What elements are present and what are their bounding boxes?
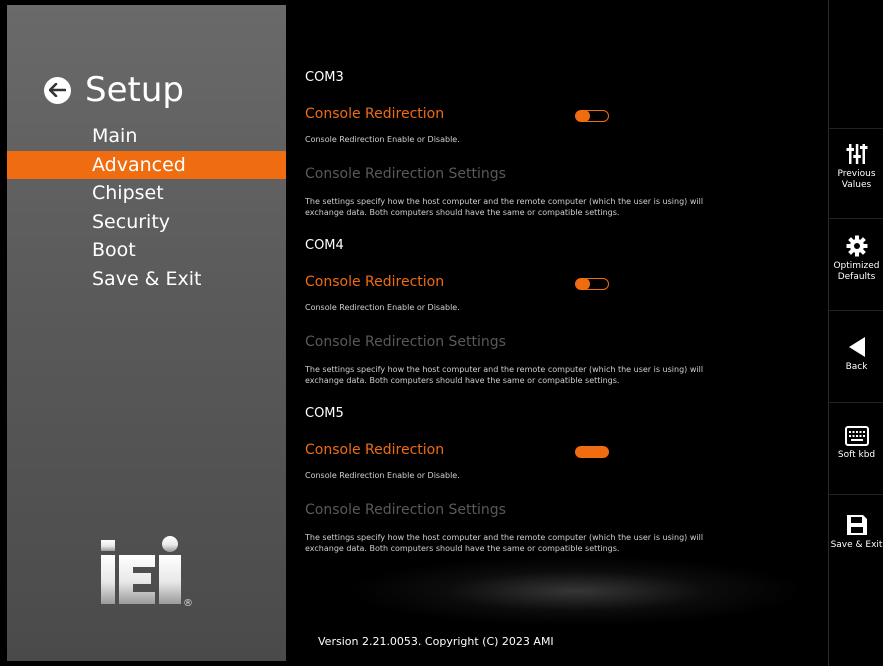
back-arrow-icon [848, 337, 865, 357]
console-redirection-com5-toggle[interactable] [575, 446, 609, 458]
back-label: Back [845, 362, 868, 372]
sidebar-top-edge [0, 0, 286, 5]
desc-line: The settings specify how the host comput… [305, 533, 704, 542]
console-redirection-com3-label[interactable]: Console Redirection [305, 106, 444, 122]
optimized-defaults-label-1: Optimized [833, 261, 880, 271]
save-exit-button[interactable]: Save & Exit [829, 514, 883, 551]
soft-kbd-label: Soft kbd [837, 450, 876, 460]
optimized-defaults-label-2: Defaults [837, 272, 876, 282]
previous-values-button[interactable]: Previous Values [829, 143, 883, 191]
separator [829, 494, 883, 495]
console-redirection-com4-desc: Console Redirection Enable or Disable. [305, 303, 460, 312]
floppy-disk-icon [846, 515, 867, 535]
menu-item-advanced[interactable]: Advanced [7, 150, 286, 179]
toggle-knob [576, 110, 590, 122]
console-redirection-settings-com5: Console Redirection Settings [305, 502, 506, 518]
back-button[interactable]: Back [829, 336, 883, 373]
console-redirection-com3-toggle[interactable] [575, 110, 609, 122]
floor-glow [346, 556, 806, 626]
console-redirection-settings-com4: Console Redirection Settings [305, 334, 506, 350]
console-redirection-com5-desc: Console Redirection Enable or Disable. [305, 471, 460, 480]
section-title-com3: COM3 [305, 70, 344, 85]
sidebar: Setup Main Advanced Chipset Security Boo… [0, 0, 286, 666]
console-redirection-settings-com4-desc: The settings specify how the host comput… [305, 364, 805, 386]
console-redirection-com3-desc: Console Redirection Enable or Disable. [305, 135, 460, 144]
soft-kbd-button[interactable]: Soft kbd [829, 426, 883, 461]
console-redirection-com5-label[interactable]: Console Redirection [305, 442, 444, 458]
main-content: COM3 Console Redirection Console Redirec… [286, 0, 828, 666]
desc-line: The settings specify how the host comput… [305, 365, 704, 374]
back-arrow-icon[interactable] [44, 76, 71, 104]
desc-line: exchange data. Both computers should hav… [305, 208, 620, 217]
sliders-icon [846, 144, 867, 164]
console-redirection-settings-com3-desc: The settings specify how the host comput… [305, 196, 805, 218]
console-redirection-settings-com3: Console Redirection Settings [305, 166, 506, 182]
desc-line: The settings specify how the host comput… [305, 197, 704, 206]
sidebar-bottom-edge [0, 661, 286, 666]
separator [829, 128, 883, 129]
console-redirection-com4-toggle[interactable] [575, 278, 609, 290]
menu-item-main[interactable]: Main [7, 122, 286, 151]
menu-item-save-exit[interactable]: Save & Exit [7, 265, 286, 294]
setup-header: Setup [44, 70, 184, 110]
console-redirection-settings-com5-desc: The settings specify how the host comput… [305, 532, 805, 554]
section-title-com5: COM5 [305, 406, 344, 421]
menu-item-security[interactable]: Security [7, 208, 286, 237]
menu-item-boot[interactable]: Boot [7, 236, 286, 265]
desc-line: exchange data. Both computers should hav… [305, 544, 620, 553]
menu-item-chipset[interactable]: Chipset [7, 179, 286, 208]
console-redirection-com4-label[interactable]: Console Redirection [305, 274, 444, 290]
desc-line: exchange data. Both computers should hav… [305, 376, 620, 385]
registered-mark: ® [183, 598, 192, 608]
separator [829, 402, 883, 403]
separator [829, 218, 883, 219]
previous-values-label-2: Values [841, 180, 872, 190]
separator [829, 310, 883, 311]
version-text: Version 2.21.0053. Copyright (C) 2023 AM… [318, 635, 554, 648]
toggle-knob [576, 278, 590, 290]
save-exit-label: Save & Exit [830, 540, 883, 550]
gear-icon [846, 235, 867, 257]
keyboard-icon [844, 426, 869, 446]
previous-values-label-1: Previous [837, 169, 876, 179]
setup-menu: Main Advanced Chipset Security Boot Save… [7, 122, 286, 293]
setup-title: Setup [85, 70, 184, 110]
section-title-com4: COM4 [305, 238, 344, 253]
optimized-defaults-button[interactable]: Optimized Defaults [829, 235, 883, 283]
sidebar-edge [0, 0, 7, 666]
iei-logo: ® [101, 536, 192, 608]
action-bar: Previous Values Optimized Defaults Back [828, 0, 883, 666]
